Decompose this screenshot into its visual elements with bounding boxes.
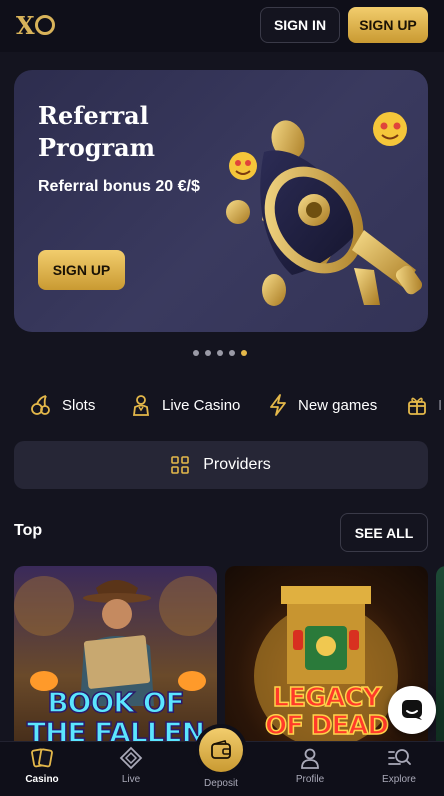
category-label: New games [298, 396, 378, 414]
providers-button[interactable]: Providers [14, 441, 428, 489]
nav-profile[interactable]: Profile [270, 746, 350, 794]
nav-deposit-button[interactable] [199, 728, 243, 772]
megaphone-illustration [226, 112, 423, 306]
category-label: Live Casino [162, 396, 241, 414]
cherries-icon [31, 395, 50, 415]
sign-in-button[interactable]: SIGN IN [260, 7, 340, 43]
carousel-dot[interactable] [193, 350, 199, 356]
user-icon [301, 748, 319, 769]
logo-x: X [16, 10, 35, 40]
dealer-icon [132, 395, 150, 416]
nav-live[interactable]: Live [91, 746, 171, 794]
nav-label: Explore [382, 774, 416, 785]
xo-logo[interactable]: X [16, 10, 55, 40]
carousel-dots [193, 350, 253, 356]
chat-icon [402, 700, 422, 720]
banner-subtitle: Referral bonus 20 €/$ [38, 178, 200, 195]
carousel-dot[interactable] [217, 350, 223, 356]
sign-up-button[interactable]: SIGN UP [348, 7, 428, 43]
carousel-dot-active[interactable] [241, 350, 247, 356]
nav-label: Profile [295, 774, 325, 785]
wallet-icon [211, 740, 231, 759]
banner-sign-up-button[interactable]: SIGN UP [38, 250, 125, 290]
game-card-book-of-the-fallen[interactable]: BOOK OF THE FALLEN [14, 566, 217, 766]
chat-support-button[interactable] [388, 686, 436, 734]
nav-label: Casino [25, 774, 59, 785]
game-title: BOOK OF THE FALLEN [14, 686, 217, 749]
banner-title: Referral Program [38, 101, 156, 162]
category-label: Slots [62, 396, 96, 414]
section-title-top: Top [14, 522, 43, 539]
nav-explore[interactable]: Explore [359, 746, 439, 794]
game-title-line2: OF DEAD [264, 711, 389, 741]
category-new-games[interactable]: New games [268, 390, 377, 420]
category-live-casino[interactable]: Live Casino [130, 390, 240, 420]
search-list-icon [388, 749, 411, 765]
grid-icon [171, 456, 190, 474]
lightning-icon [270, 394, 286, 416]
providers-label: Providers [203, 456, 271, 473]
category-bonus[interactable]: I [406, 390, 442, 420]
game-card-partial[interactable] [436, 566, 444, 766]
see-all-button[interactable]: SEE ALL [340, 513, 428, 552]
nav-label-deposit: Deposit [204, 778, 238, 789]
gift-icon [408, 397, 426, 415]
category-label: I [438, 396, 443, 414]
category-slots[interactable]: Slots [30, 390, 95, 420]
promo-banner[interactable]: Referral Program Referral bonus 20 €/$ S… [14, 70, 428, 332]
logo-o [34, 15, 55, 35]
nav-casino[interactable]: Casino [2, 746, 82, 794]
game-title-line1: BOOK OF [47, 686, 186, 719]
nav-label: Live [121, 774, 141, 785]
chip-icon [119, 746, 143, 770]
carousel-dot[interactable] [229, 350, 235, 356]
top-header: X SIGN IN SIGN UP [0, 0, 444, 52]
game-title-line1: LEGACY [272, 683, 382, 713]
game-card-legacy-of-dead[interactable]: LEGACY OF DEAD [225, 566, 428, 766]
carousel-dot[interactable] [205, 350, 211, 356]
cards-icon [31, 748, 53, 768]
category-bar: Slots Live Casino New games I [0, 390, 444, 420]
